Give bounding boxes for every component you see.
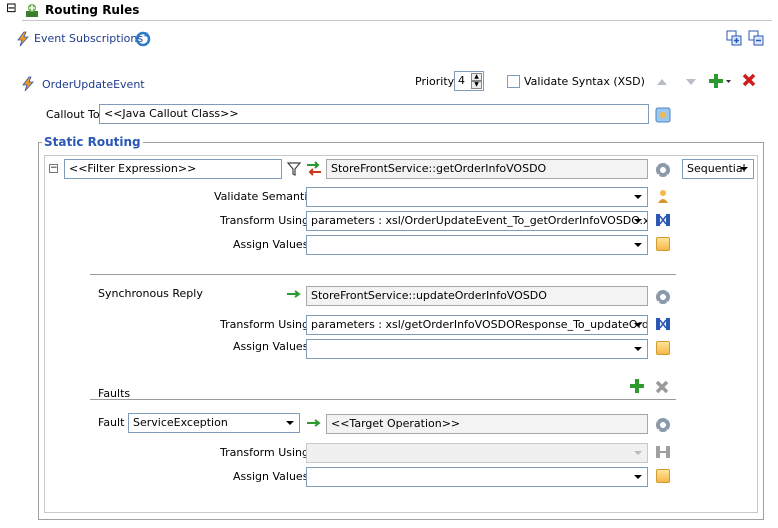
transformation-map-icon[interactable] <box>655 316 671 332</box>
event-subscriptions-link[interactable]: Event Subscriptions <box>34 32 143 45</box>
spinner-down-icon[interactable]: ▼ <box>471 81 482 89</box>
transformation-map-icon[interactable] <box>655 212 671 228</box>
header-divider <box>22 20 772 21</box>
static-routing-top-border <box>38 142 764 143</box>
callout-browse-icon[interactable] <box>655 107 671 123</box>
event-lightning-icon <box>20 76 36 92</box>
transform-arrows-icon[interactable] <box>305 160 323 178</box>
callout-label: Callout To <box>46 108 100 121</box>
transform-using-label: Transform Using <box>220 214 310 227</box>
order-update-event-link[interactable]: OrderUpdateEvent <box>42 78 145 91</box>
delete-rule-icon[interactable] <box>741 72 757 88</box>
validate-syntax-checkbox[interactable] <box>507 75 520 88</box>
sync-assign-values-label: Assign Values <box>233 340 309 353</box>
chevron-down-icon <box>630 189 646 205</box>
schematron-icon[interactable] <box>655 188 671 205</box>
fault-target-field[interactable]: <<Target Operation>> <box>326 414 648 434</box>
fault-assign-values-label: Assign Values <box>233 470 309 483</box>
assign-picker-icon[interactable] <box>655 340 671 356</box>
move-up-icon[interactable] <box>654 74 670 90</box>
fault-transform-using-label: Transform Using <box>220 446 310 459</box>
gear-icon[interactable] <box>655 417 671 433</box>
chevron-down-icon <box>630 317 646 333</box>
expand-all-icon[interactable] <box>726 30 742 46</box>
assign-picker-icon[interactable] <box>655 468 671 484</box>
transform-using-select[interactable]: parameters : xsl/OrderUpdateEvent_To_get… <box>306 211 648 231</box>
move-down-icon[interactable] <box>683 74 699 90</box>
fault-select[interactable]: ServiceException <box>128 413 300 433</box>
filter-expression-field[interactable]: <<Filter Expression>> <box>64 159 282 179</box>
gear-icon[interactable] <box>655 162 671 178</box>
add-fault-icon[interactable] <box>629 378 645 394</box>
fault-transform-using-select[interactable] <box>306 443 648 463</box>
event-lightning-icon <box>15 31 31 47</box>
page-title: Routing Rules <box>45 3 140 17</box>
sync-reply-target-field[interactable]: StoreFrontService::updateOrderInfoVOSDO <box>306 286 648 306</box>
sync-reply-label: Synchronous Reply <box>98 287 203 300</box>
spinner-up-icon[interactable]: ▲ <box>471 73 482 81</box>
fault-assign-values-select[interactable] <box>306 467 648 487</box>
validate-semantic-label: Validate Semantic <box>214 190 314 203</box>
target-operation-field[interactable]: StoreFrontService::getOrderInfoVOSDO <box>326 159 648 179</box>
static-routing-title: Static Routing <box>42 135 143 149</box>
validate-semantic-select[interactable] <box>306 187 648 207</box>
sync-transform-using-value: parameters : xsl/getOrderInfoVOSDORespon… <box>311 318 648 331</box>
chevron-down-icon <box>630 469 646 485</box>
transformation-map-icon[interactable] <box>655 444 671 460</box>
assign-values-label: Assign Values <box>233 238 309 251</box>
chevron-down-icon <box>736 161 752 177</box>
fault-label: Fault <box>98 416 125 429</box>
add-rule-icon[interactable] <box>708 72 732 90</box>
execution-mode-select[interactable]: Sequential <box>682 159 754 179</box>
sync-transform-using-label: Transform Using <box>220 318 310 331</box>
reply-arrow-icon <box>286 288 302 300</box>
refresh-icon[interactable] <box>134 30 152 48</box>
chevron-down-icon <box>630 445 646 461</box>
validate-syntax-label: Validate Syntax (XSD) <box>524 75 645 88</box>
priority-spinner[interactable]: 4 ▲ ▼ <box>454 71 484 91</box>
priority-value: 4 <box>458 74 465 87</box>
transform-using-value: parameters : xsl/OrderUpdateEvent_To_get… <box>311 214 648 227</box>
chevron-down-icon <box>630 237 646 253</box>
routing-rules-icon <box>24 2 40 18</box>
collapse-all-icon[interactable] <box>748 30 764 46</box>
chevron-down-icon <box>282 415 298 431</box>
gear-icon[interactable] <box>655 289 671 305</box>
assign-picker-icon[interactable] <box>655 236 671 252</box>
chevron-down-icon <box>630 213 646 229</box>
faults-divider <box>90 399 676 400</box>
sync-assign-values-select[interactable] <box>306 339 648 359</box>
delete-fault-icon[interactable] <box>654 379 670 395</box>
fault-value: ServiceException <box>133 416 228 429</box>
route-collapse-toggle[interactable]: − <box>49 164 58 173</box>
chevron-down-icon <box>630 341 646 357</box>
callout-field[interactable]: <<Java Callout Class>> <box>99 104 649 124</box>
section-divider <box>90 274 676 275</box>
sync-transform-using-select[interactable]: parameters : xsl/getOrderInfoVOSDORespon… <box>306 315 648 335</box>
collapse-toggle[interactable]: ⊟ <box>6 1 17 16</box>
fault-arrow-icon <box>306 417 322 429</box>
priority-label: Priority <box>415 75 455 88</box>
filter-funnel-icon[interactable] <box>286 161 302 177</box>
assign-values-select[interactable] <box>306 235 648 255</box>
